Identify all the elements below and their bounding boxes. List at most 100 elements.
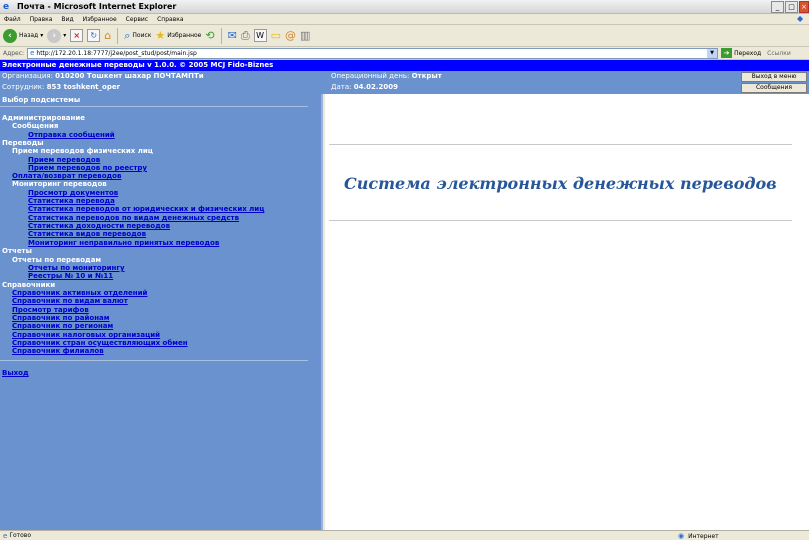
address-input[interactable]: e http://172.20.1.18:7777/j2ee/post_stud… bbox=[27, 47, 719, 59]
organization-value: 010200 Тошкент шахар ПОЧТАМПТи bbox=[55, 72, 204, 80]
date-value: 04.02.2009 bbox=[353, 83, 399, 91]
link-statistics-types[interactable]: Статистика видов переводов bbox=[28, 230, 146, 238]
research-icon[interactable]: ▥ bbox=[300, 29, 310, 43]
subsection-transfer-reports: Отчеты по переводам bbox=[12, 256, 102, 264]
maximize-button[interactable]: □ bbox=[785, 1, 798, 13]
menu-help[interactable]: Справка bbox=[157, 16, 183, 23]
mail-icon[interactable]: ✉ bbox=[228, 29, 237, 43]
internet-globe-icon: ◉ bbox=[678, 532, 685, 540]
forward-arrow-icon: › bbox=[47, 28, 62, 43]
refresh-icon[interactable]: ↻ bbox=[87, 29, 101, 42]
messenger-icon[interactable]: @ bbox=[285, 29, 296, 43]
app-header: Электронные денежные переводы v 1.0.0. ©… bbox=[0, 60, 809, 71]
link-regions[interactable]: Справочник по регионам bbox=[12, 322, 113, 330]
print-icon[interactable]: ⎙ bbox=[241, 29, 250, 43]
operday-info: Операционный день: Открыт bbox=[331, 71, 442, 82]
go-arrow-icon: ➔ bbox=[721, 48, 733, 58]
link-registries-10-11[interactable]: Реестры № 10 и №11 bbox=[28, 272, 113, 280]
star-icon: ★ bbox=[155, 28, 166, 42]
favorites-label: Избранное bbox=[167, 32, 202, 39]
organization-info: Организация: 010200 Тошкент шахар ПОЧТАМ… bbox=[2, 71, 204, 82]
menu-edit[interactable]: Правка bbox=[30, 16, 53, 23]
messages-button[interactable]: Сообщения bbox=[741, 83, 807, 93]
address-url: http://172.20.1.18:7777/j2ee/post_stud/p… bbox=[36, 49, 197, 57]
zone-text: Интернет bbox=[688, 532, 719, 540]
employee-value: 853 toshkent_oper bbox=[46, 83, 121, 91]
menu-file[interactable]: Файл bbox=[4, 16, 21, 23]
back-button[interactable]: ‹ Назад ▾ bbox=[3, 28, 43, 43]
section-directories: Справочники bbox=[2, 281, 56, 289]
link-districts[interactable]: Справочник по районам bbox=[12, 314, 110, 322]
menu-tools[interactable]: Сервис bbox=[126, 16, 148, 23]
sidebar-title: Выбор подсистемы bbox=[2, 96, 81, 104]
status-bar: e Готово ◉ Интернет bbox=[0, 530, 809, 540]
history-icon[interactable]: ⟲ bbox=[205, 29, 214, 43]
system-title: Система электронных денежных переводов bbox=[344, 174, 777, 193]
sidebar: Выбор подсистемы Администрирование Сообщ… bbox=[0, 94, 323, 530]
links-button[interactable]: Ссылки bbox=[767, 50, 791, 57]
menu-view[interactable]: Вид bbox=[61, 16, 73, 23]
link-statistics-profitability[interactable]: Статистика доходности переводов bbox=[28, 222, 170, 230]
link-monitoring-reports[interactable]: Отчеты по мониторингу bbox=[28, 264, 125, 272]
date-label: Дата: bbox=[331, 83, 354, 91]
link-exit[interactable]: Выход bbox=[2, 369, 29, 377]
forward-dropdown-icon[interactable]: ▾ bbox=[63, 32, 66, 39]
go-button[interactable]: ➔ Переход bbox=[721, 48, 761, 58]
back-dropdown-icon[interactable]: ▾ bbox=[40, 32, 43, 39]
main-top-divider bbox=[329, 144, 792, 145]
link-view-documents[interactable]: Просмотр документов bbox=[28, 189, 118, 197]
link-tax-organizations[interactable]: Справочник налоговых организаций bbox=[12, 331, 160, 339]
minimize-button[interactable]: _ bbox=[771, 1, 784, 13]
main-content: Система электронных денежных переводов bbox=[325, 94, 809, 530]
toolbar-separator bbox=[220, 27, 222, 44]
search-icon: ⌕ bbox=[124, 28, 131, 42]
search-button[interactable]: ⌕ Поиск bbox=[124, 29, 151, 43]
stop-icon[interactable]: × bbox=[70, 29, 84, 42]
forward-button[interactable]: › ▾ bbox=[47, 28, 66, 43]
folder-icon[interactable]: ▭ bbox=[271, 29, 281, 43]
link-branches[interactable]: Справочник филиалов bbox=[12, 347, 104, 355]
page-status-icon: e bbox=[3, 531, 8, 540]
exit-menu-button[interactable]: Выход в меню bbox=[741, 72, 807, 82]
subsection-monitoring: Мониторинг переводов bbox=[12, 180, 107, 188]
date-info: Дата: 04.02.2009 bbox=[331, 82, 398, 93]
search-label: Поиск bbox=[132, 32, 152, 39]
window-controls: _ □ × bbox=[771, 1, 809, 13]
link-monitoring-wrong-transfers[interactable]: Мониторинг неправильно принятых переводо… bbox=[28, 239, 219, 247]
main-bottom-divider bbox=[329, 220, 792, 221]
go-label: Переход bbox=[734, 49, 762, 57]
address-bar: Адрес: e http://172.20.1.18:7777/j2ee/po… bbox=[0, 47, 809, 60]
edit-icon[interactable]: W bbox=[253, 29, 267, 42]
zone-indicator: ◉ Интернет bbox=[678, 532, 719, 540]
link-exchange-countries[interactable]: Справочник стран осуществляющих обмен bbox=[12, 339, 188, 347]
menu-bar: Файл Правка Вид Избранное Сервис Справка… bbox=[0, 14, 809, 25]
link-receive-transfers[interactable]: Прием переводов bbox=[28, 156, 100, 164]
home-icon[interactable]: ⌂ bbox=[104, 29, 111, 43]
address-dropdown-icon[interactable]: ▼ bbox=[707, 48, 718, 58]
link-currency-types[interactable]: Справочник по видам валют bbox=[12, 297, 128, 305]
page-icon: e bbox=[30, 49, 35, 57]
close-button[interactable]: × bbox=[799, 1, 809, 13]
employee-info: Сотрудник: 853 toshkent_oper bbox=[2, 82, 120, 93]
menu-favorites[interactable]: Избранное bbox=[83, 16, 117, 23]
window-title: Почта - Microsoft Internet Explorer bbox=[17, 2, 177, 11]
operday-label: Операционный день: bbox=[331, 72, 412, 80]
employee-label: Сотрудник: bbox=[2, 83, 47, 91]
link-statistics-by-funds[interactable]: Статистика переводов по видам денежных с… bbox=[28, 214, 239, 222]
window-titlebar: e Почта - Microsoft Internet Explorer _ … bbox=[0, 0, 809, 14]
sidebar-divider bbox=[0, 106, 308, 107]
link-receive-by-registry[interactable]: Прием переводов по реестру bbox=[28, 164, 147, 172]
back-arrow-icon: ‹ bbox=[3, 28, 17, 43]
ie-logo-icon: e bbox=[3, 1, 10, 12]
section-transfers: Переводы bbox=[2, 139, 44, 147]
section-administration: Администрирование bbox=[2, 114, 86, 122]
section-reports: Отчеты bbox=[2, 247, 32, 255]
favorites-button[interactable]: ★ Избранное bbox=[155, 29, 201, 43]
back-label: Назад bbox=[19, 32, 39, 39]
link-active-branches[interactable]: Справочник активных отделений bbox=[12, 289, 147, 297]
link-statistics-by-entity[interactable]: Статистика переводов от юридических и фи… bbox=[28, 205, 264, 213]
link-transfer-statistics[interactable]: Статистика перевода bbox=[28, 197, 115, 205]
link-view-tariffs[interactable]: Просмотр тарифов bbox=[12, 306, 89, 314]
link-pay-return-transfers[interactable]: Оплата/возврат переводов bbox=[12, 172, 121, 180]
link-send-messages[interactable]: Отправка сообщений bbox=[28, 131, 115, 139]
